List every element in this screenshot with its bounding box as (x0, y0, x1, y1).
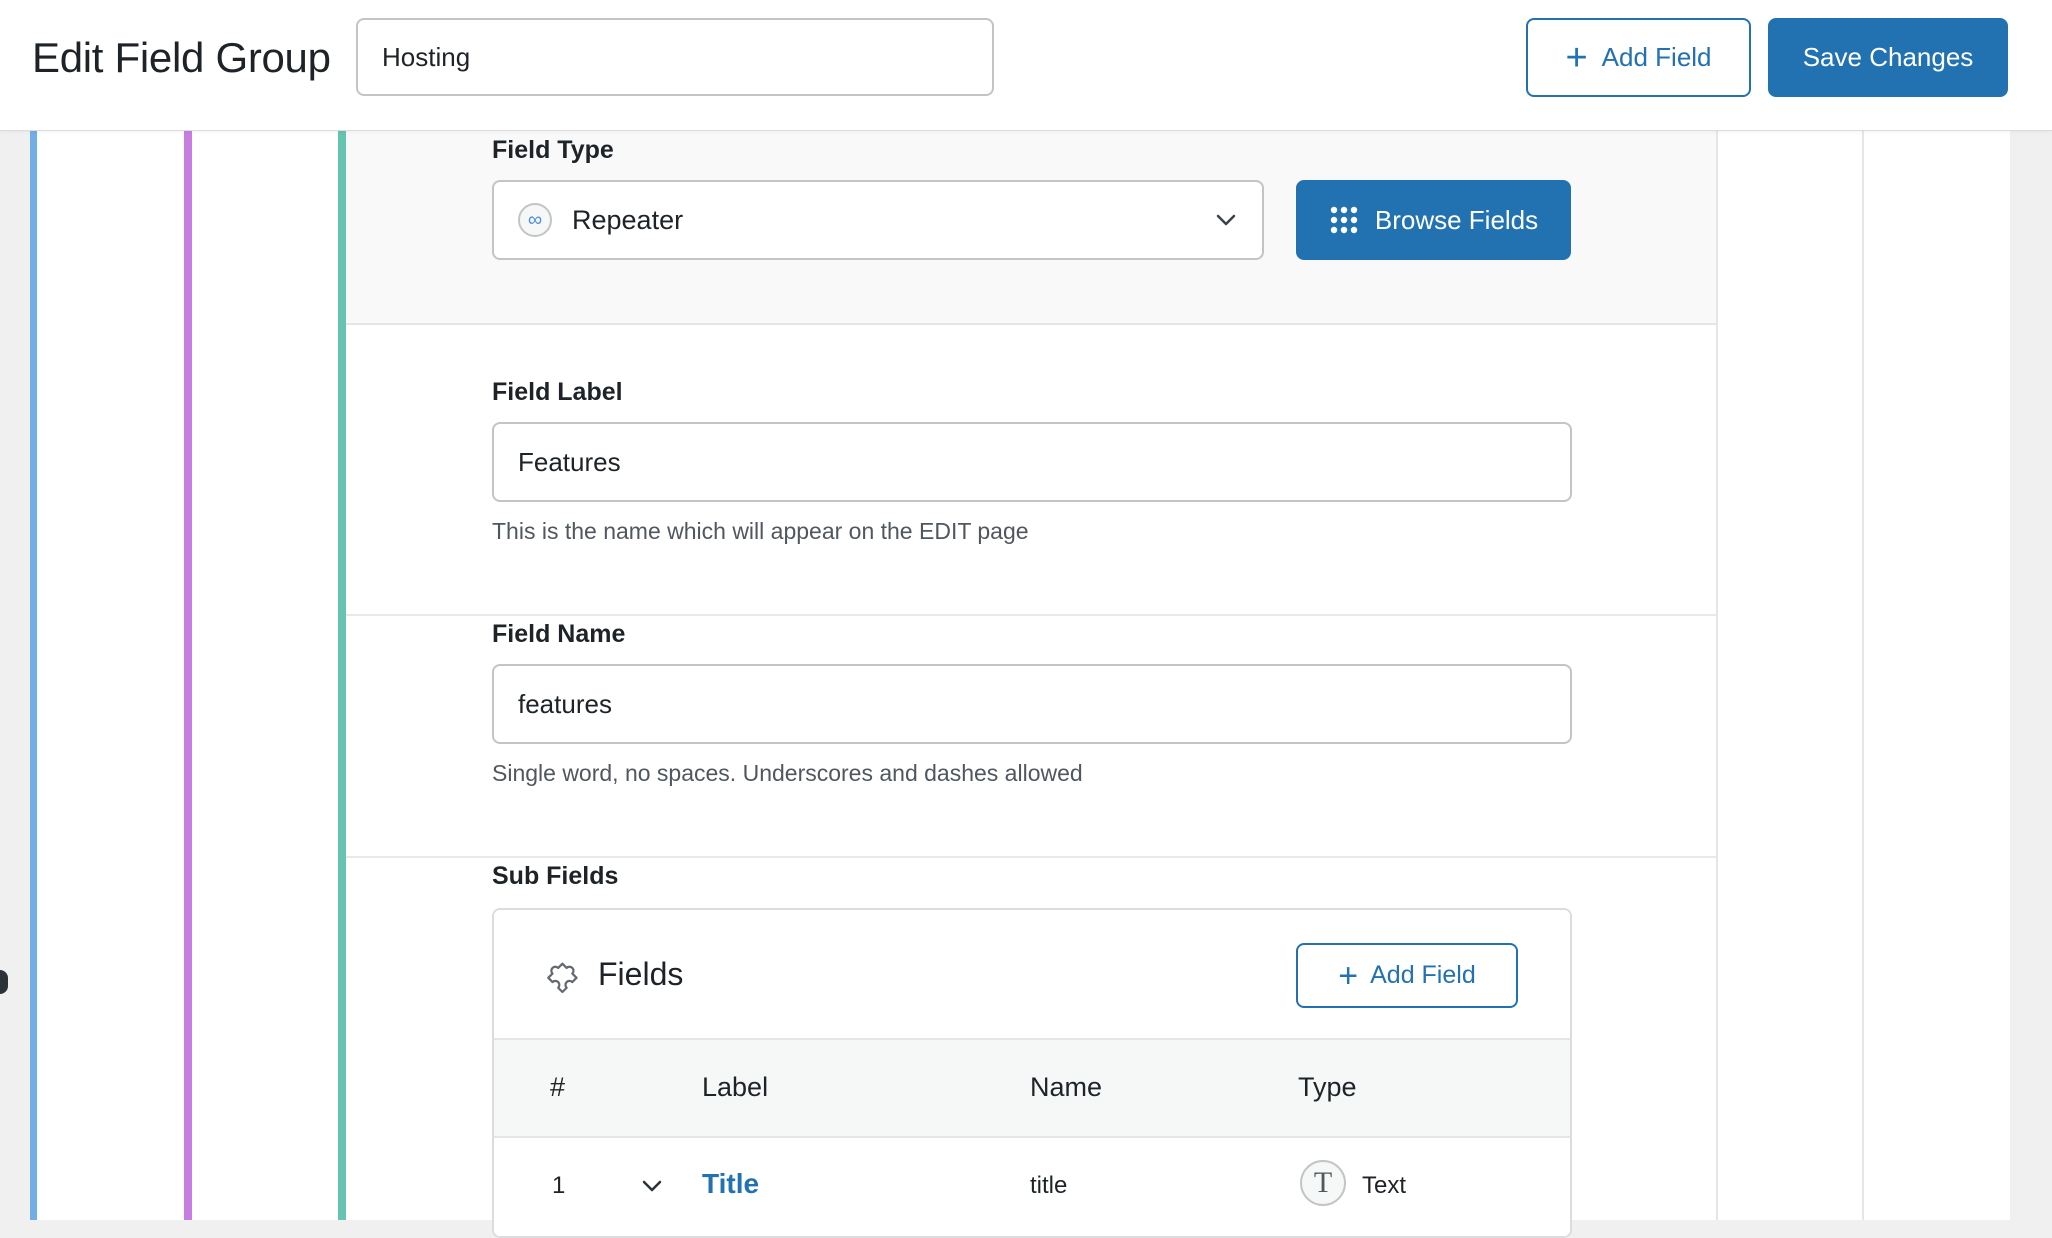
text-type-icon: T (1300, 1160, 1346, 1206)
table-row[interactable]: 1 Title title T Text (494, 1138, 1570, 1236)
group-title-input[interactable] (356, 18, 994, 96)
save-changes-button[interactable]: Save Changes (1768, 18, 2008, 97)
row-type: Text (1362, 1172, 1407, 1199)
field-name-input[interactable] (492, 664, 1572, 744)
grid-dots-icon (1330, 206, 1358, 234)
add-field-label: Add Field (1601, 42, 1712, 72)
field-depth-indicator-1 (30, 130, 37, 1220)
sub-fields-box: Fields + Add Field # Label Name Type 1 T… (492, 908, 1572, 1238)
field-depth-indicator-2 (184, 130, 192, 1220)
field-settings-panel: Field Type ∞ Repeater Browse Fields Fiel… (346, 130, 1718, 1238)
sub-fields-title: Fields (598, 956, 684, 992)
browse-fields-label: Browse Fields (1374, 204, 1539, 235)
column-header-label: Label (702, 1072, 769, 1102)
sub-fields-header: Fields + Add Field (494, 910, 1570, 1040)
field-label-label: Field Label (492, 378, 623, 406)
collapse-handle[interactable] (0, 970, 8, 994)
column-header-order: # (550, 1072, 566, 1102)
field-name-label: Field Name (492, 620, 626, 648)
puzzle-icon (547, 962, 578, 994)
section-divider (346, 614, 1716, 616)
field-type-value: Repeater (572, 204, 684, 235)
chevron-down-icon (1216, 214, 1236, 226)
field-type-label: Field Type (492, 136, 614, 164)
plus-icon: + (1338, 956, 1359, 995)
page-title: Edit Field Group (32, 34, 331, 81)
row-order: 1 (552, 1172, 566, 1199)
field-label-hint: This is the name which will appear on th… (492, 518, 1029, 544)
field-name-hint: Single word, no spaces. Underscores and … (492, 760, 1083, 786)
section-divider (346, 856, 1716, 858)
add-sub-field-label: Add Field (1370, 961, 1476, 989)
infinity-icon: ∞ (518, 203, 552, 237)
field-type-section: Field Type ∞ Repeater Browse Fields (346, 130, 1716, 325)
add-field-button[interactable]: + Add Field (1526, 18, 1751, 97)
add-sub-field-button[interactable]: + Add Field (1296, 943, 1518, 1008)
sub-fields-label: Sub Fields (492, 862, 619, 890)
field-label-input[interactable] (492, 422, 1572, 502)
top-bar: Edit Field Group + Add Field Save Change… (0, 0, 2052, 131)
plus-icon: + (1565, 36, 1588, 79)
field-type-select[interactable]: ∞ Repeater (492, 180, 1264, 260)
row-name: title (1030, 1172, 1068, 1199)
sub-fields-table-header: # Label Name Type (494, 1040, 1570, 1138)
browse-fields-button[interactable]: Browse Fields (1296, 180, 1571, 260)
column-header-type: Type (1298, 1072, 1357, 1102)
row-label-link[interactable]: Title (702, 1168, 759, 1200)
field-depth-indicator-3 (338, 130, 346, 1220)
column-header-name: Name (1030, 1072, 1103, 1102)
right-side-panel (1862, 130, 2010, 1220)
chevron-down-icon[interactable] (640, 1174, 664, 1198)
